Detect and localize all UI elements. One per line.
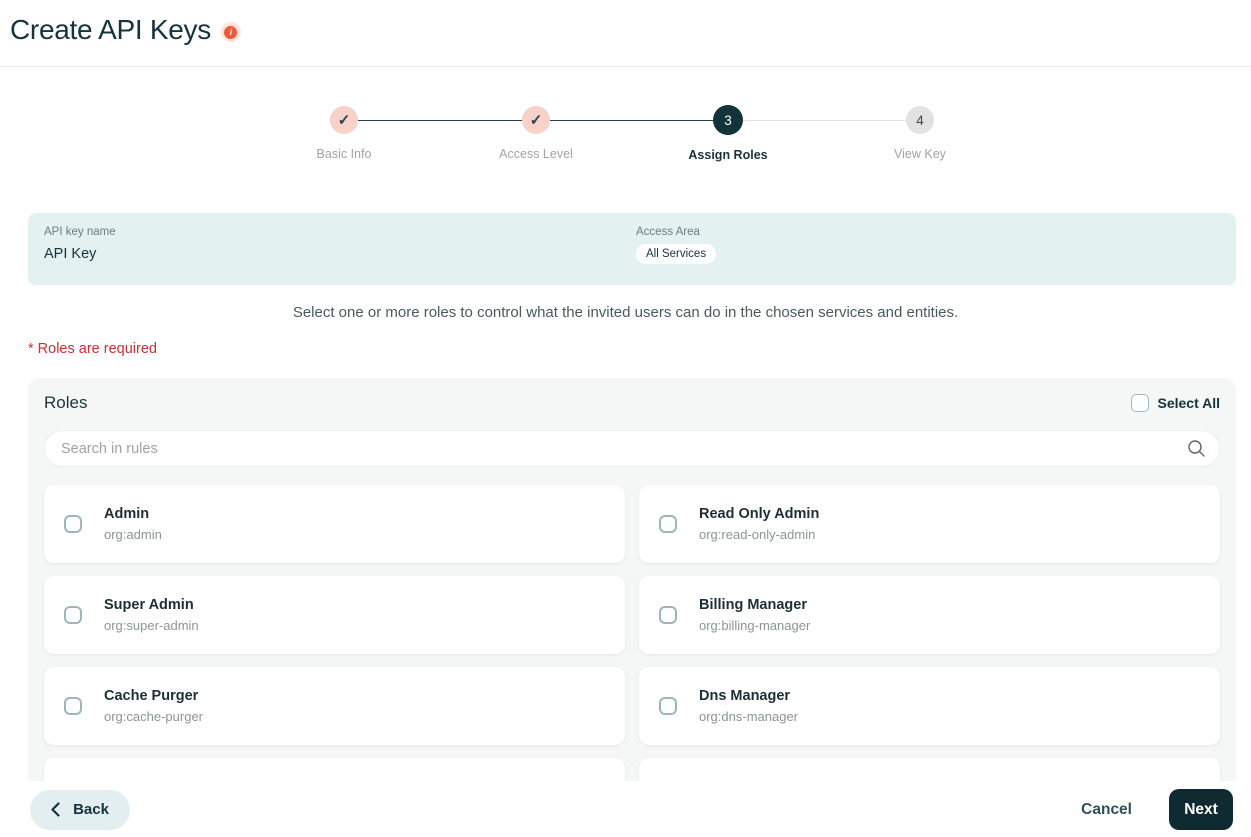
role-checkbox[interactable] <box>659 515 677 533</box>
step-label: Assign Roles <box>688 148 768 162</box>
page-title: Create API Keys <box>10 14 211 45</box>
role-card-partial[interactable] <box>44 758 625 781</box>
role-card-billing-manager[interactable]: Billing Manager org:billing-manager <box>639 576 1220 654</box>
roles-panel: Roles Select All Admin org:admin <box>28 378 1236 781</box>
role-checkbox[interactable] <box>659 606 677 624</box>
role-checkbox[interactable] <box>659 697 677 715</box>
role-card-cache-purger[interactable]: Cache Purger org:cache-purger <box>44 667 625 745</box>
role-title: Admin <box>104 506 150 522</box>
roles-panel-title: Roles <box>44 393 88 412</box>
access-area-chip: All Services <box>636 244 717 264</box>
roles-required-note: * Roles are required <box>28 341 157 357</box>
summary-access-area: Access Area All Services <box>636 226 717 272</box>
summary-bar: API key name API Key Access Area All Ser… <box>28 213 1236 285</box>
select-all-label: Select All <box>1157 395 1220 411</box>
role-title: Super Admin <box>104 597 194 613</box>
step-label: View Key <box>894 147 946 161</box>
role-title: Cache Purger <box>104 688 199 704</box>
step-view-key: 4 View Key <box>850 106 990 161</box>
select-all-checkbox[interactable] <box>1131 394 1150 412</box>
select-all-control[interactable]: Select All <box>1131 394 1220 412</box>
role-checkbox[interactable] <box>64 697 82 715</box>
wizard-stepper: ✓ Basic Info ✓ Access Level 3 Assign Rol… <box>0 67 1251 167</box>
back-button[interactable]: Back <box>30 789 130 830</box>
info-icon[interactable]: i <box>220 22 241 42</box>
step-label: Access Level <box>499 147 573 161</box>
step-number: 4 <box>906 106 934 134</box>
step-assign-roles: 3 Assign Roles <box>658 105 798 162</box>
check-icon: ✓ <box>522 106 550 134</box>
chevron-left-icon <box>51 802 60 817</box>
role-card-admin[interactable]: Admin org:admin <box>44 485 625 563</box>
next-button[interactable]: Next <box>1169 789 1233 830</box>
role-id: org:super-admin <box>104 618 199 633</box>
field-label: API key name <box>44 226 116 238</box>
roles-search-bar <box>44 430 1220 467</box>
step-number: 3 <box>713 105 743 135</box>
role-id: org:dns-manager <box>699 709 798 724</box>
role-card-partial[interactable] <box>639 758 1220 781</box>
role-card-dns-manager[interactable]: Dns Manager org:dns-manager <box>639 667 1220 745</box>
role-card-read-only-admin[interactable]: Read Only Admin org:read-only-admin <box>639 485 1220 563</box>
role-title: Read Only Admin <box>699 506 820 522</box>
role-id: org:cache-purger <box>104 709 203 724</box>
wizard-footer: Back Cancel Next <box>0 782 1251 837</box>
check-icon: ✓ <box>330 106 358 134</box>
field-label: Access Area <box>636 226 700 238</box>
role-card-super-admin[interactable]: Super Admin org:super-admin <box>44 576 625 654</box>
summary-api-key-name: API key name API Key <box>44 226 636 272</box>
create-api-keys-page: Create API Keys i ✓ Basic Info ✓ Access … <box>0 0 1251 837</box>
step-access-level: ✓ Access Level <box>466 106 606 161</box>
role-checkbox[interactable] <box>64 606 82 624</box>
page-header: Create API Keys i <box>0 0 1251 67</box>
instruction-text: Select one or more roles to control what… <box>292 304 959 321</box>
step-basic-info: ✓ Basic Info <box>274 106 414 161</box>
role-title: Dns Manager <box>699 688 791 704</box>
search-input[interactable] <box>61 440 1187 457</box>
step-label: Basic Info <box>316 147 372 161</box>
field-value: API Key <box>44 246 97 262</box>
role-checkbox[interactable] <box>64 515 82 533</box>
cancel-button[interactable]: Cancel <box>1081 801 1132 819</box>
back-button-label: Back <box>73 801 109 818</box>
role-id: org:read-only-admin <box>699 527 816 542</box>
role-title: Billing Manager <box>699 597 807 613</box>
role-id: org:billing-manager <box>699 618 811 633</box>
search-icon <box>1187 439 1206 458</box>
role-id: org:admin <box>104 527 162 542</box>
roles-grid: Admin org:admin Read Only Admin org:read… <box>44 485 1220 781</box>
